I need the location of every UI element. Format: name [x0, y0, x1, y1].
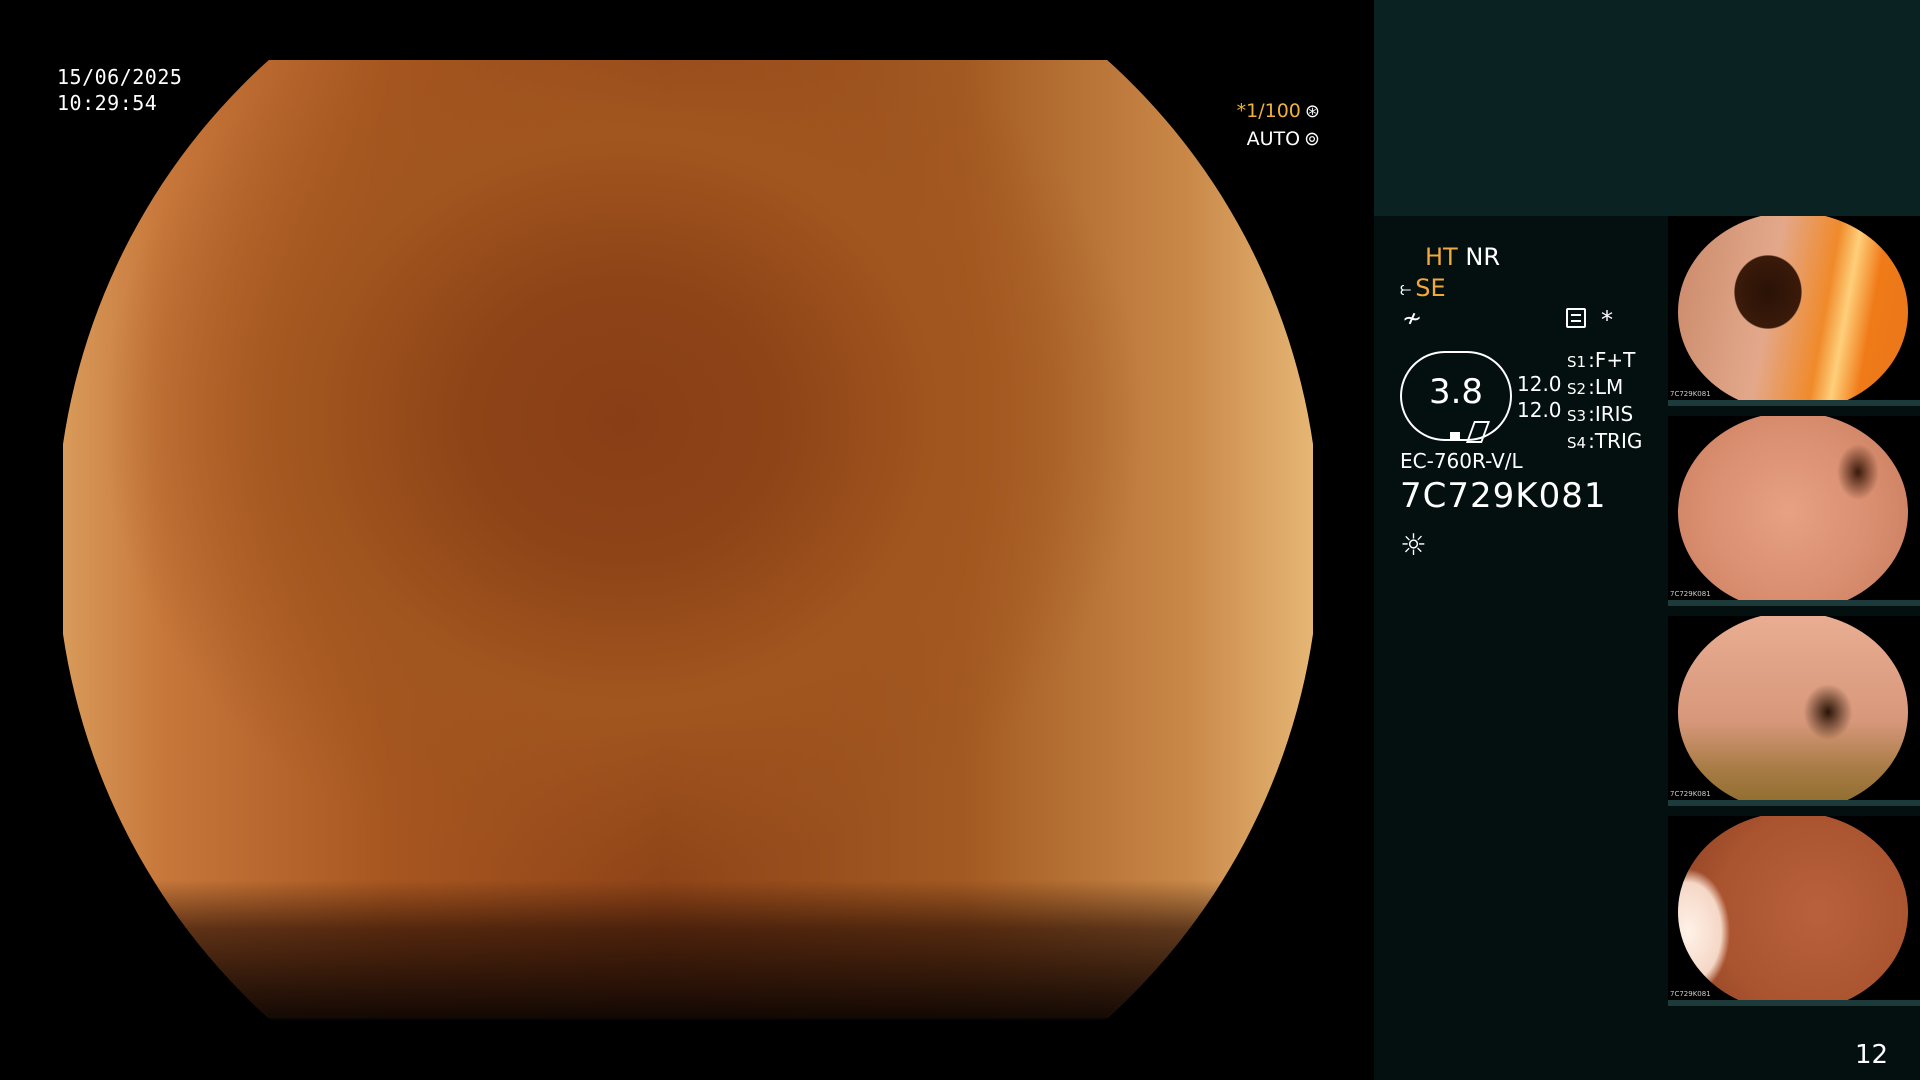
structure-enhance-icon: ⥼: [1400, 276, 1412, 300]
thumbnail-bar: [1668, 800, 1920, 806]
switch-item: S3:IRIS: [1567, 402, 1634, 426]
switch-list: S1:F+T S2:LM S3:IRIS S4:TRIG: [1567, 348, 1642, 456]
iris-icon: ⊚: [1304, 128, 1320, 150]
switch-item: S4:TRIG: [1567, 429, 1643, 453]
thumbnail-caption: 7C729K081: [1670, 390, 1711, 398]
switch-item: S1:F+T: [1567, 348, 1636, 372]
star-mark: *: [1601, 306, 1613, 334]
thumbnail-image: [1678, 216, 1908, 406]
thumbnail-4[interactable]: 7C729K081: [1668, 816, 1920, 1006]
scope-model: EC-760R-V/L: [1400, 449, 1523, 473]
light-icon: ☼: [1400, 528, 1427, 563]
switch-item: S2:LM: [1567, 375, 1624, 399]
zoom-marker: [1450, 432, 1460, 440]
nr-label: NR: [1465, 243, 1500, 271]
thumbnail-caption: 7C729K081: [1670, 790, 1711, 798]
thumbnail-caption: 7C729K081: [1670, 990, 1711, 998]
datetime: 15/06/2025 10:29:54: [57, 64, 182, 116]
se-label: SE: [1415, 274, 1446, 302]
ht-nr-status: HT NR: [1425, 243, 1500, 271]
zoom-line-1: 12.0: [1517, 372, 1562, 396]
se-status: ⥼ SE: [1400, 274, 1446, 302]
info-panel-header: [1374, 0, 1920, 216]
thumbnail-image: [1678, 816, 1908, 1006]
scope-serial: 7C729K081: [1400, 476, 1607, 516]
endoscope-view-shadow: [63, 880, 1313, 1020]
zoom-line-2: 12.0: [1517, 398, 1562, 422]
date-text: 15/06/2025: [57, 65, 183, 89]
shutter-icon: ⊛: [1304, 100, 1320, 122]
iris-mode-text: AUTO: [1246, 128, 1301, 150]
thumbnail-image: [1678, 616, 1908, 806]
thumbnail-caption: 7C729K081: [1670, 590, 1711, 598]
menu-icon: [1566, 308, 1586, 328]
enhance-icon: ≁: [1402, 304, 1423, 332]
zoom-value: 3.8: [1428, 372, 1484, 412]
thumbnail-bar: [1668, 1000, 1920, 1006]
thumbnail-bar: [1668, 400, 1920, 406]
thumbnail-2[interactable]: 7C729K081: [1668, 416, 1920, 606]
shutter-speed: *1/100 ⊛: [1237, 100, 1320, 122]
ht-label: HT: [1425, 243, 1458, 271]
shutter-text: *1/100: [1236, 100, 1301, 122]
thumbnail-1[interactable]: 7C729K081: [1668, 216, 1920, 406]
page-number: 12: [1855, 1040, 1889, 1070]
endoscope-live-view: [63, 60, 1313, 1018]
thumbnail-image: [1678, 416, 1908, 606]
thumbnail-3[interactable]: 7C729K081: [1668, 616, 1920, 806]
thumbnail-bar: [1668, 600, 1920, 606]
iris-mode: AUTO ⊚: [1247, 128, 1320, 150]
time-text: 10:29:54: [57, 91, 158, 115]
